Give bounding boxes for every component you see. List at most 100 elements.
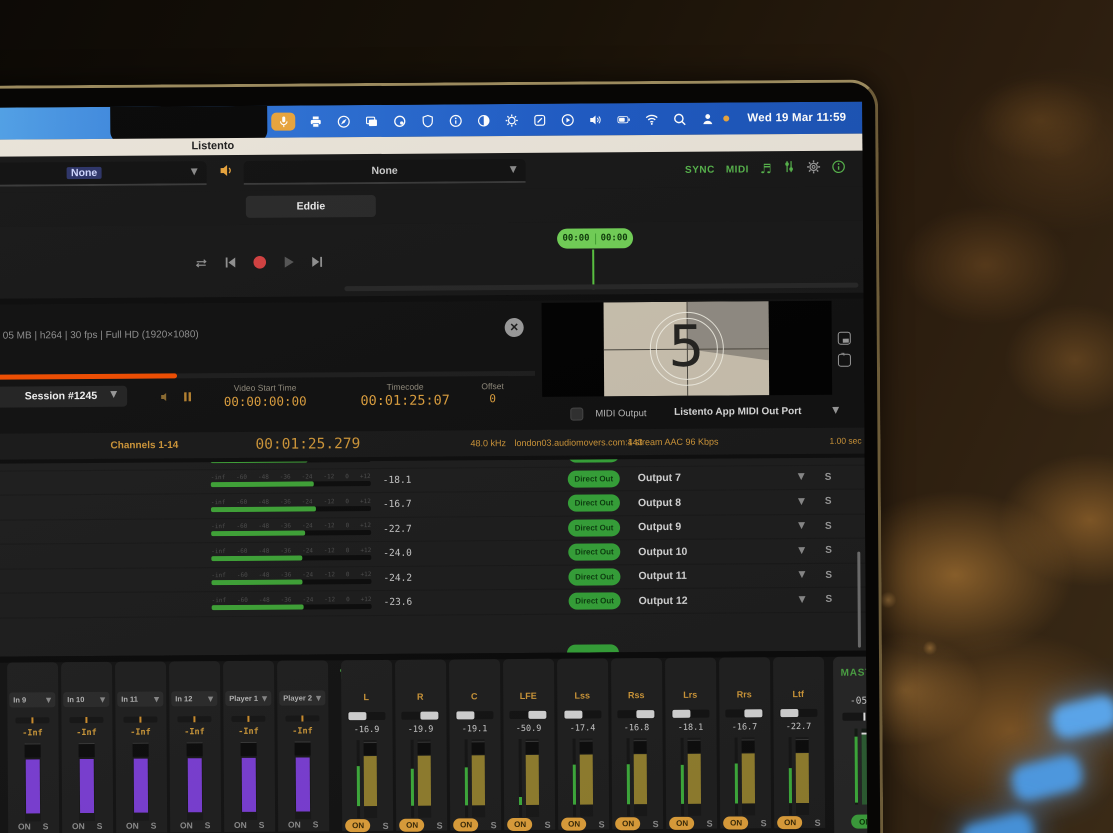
- pan-slider[interactable]: [123, 717, 157, 723]
- on-button[interactable]: ON: [454, 818, 479, 831]
- camera-icon[interactable]: [391, 113, 407, 129]
- pan-slider[interactable]: [285, 715, 319, 721]
- skip-back-icon[interactable]: [223, 256, 237, 274]
- offset-value[interactable]: 0: [470, 392, 515, 405]
- settings-icon[interactable]: [503, 112, 519, 128]
- channel-fader[interactable]: [796, 737, 810, 815]
- menu-bar-clock[interactable]: Wed 19 Mar 11:59: [747, 112, 846, 125]
- output-select[interactable]: Output 8: [638, 496, 798, 509]
- solo-button[interactable]: S: [259, 820, 265, 830]
- channel-fader[interactable]: [418, 740, 432, 818]
- pip-icon[interactable]: [838, 332, 851, 345]
- printer-icon[interactable]: [307, 113, 323, 129]
- wifi-icon[interactable]: [643, 111, 659, 127]
- on-button[interactable]: ON: [126, 821, 139, 831]
- battery-icon[interactable]: [615, 111, 631, 127]
- pan-slider[interactable]: [725, 709, 763, 717]
- solo-button[interactable]: S: [383, 820, 389, 830]
- output-select[interactable]: Output 10: [638, 545, 798, 558]
- pan-slider[interactable]: [617, 710, 655, 718]
- play-icon[interactable]: [559, 112, 575, 128]
- output-device-select[interactable]: None ▼: [244, 159, 526, 185]
- input-source-select[interactable]: In 11▼: [117, 691, 163, 706]
- solo-button[interactable]: S: [825, 496, 832, 507]
- search-icon[interactable]: [671, 111, 687, 127]
- play-button[interactable]: [282, 256, 295, 274]
- pause-icon[interactable]: [183, 389, 192, 407]
- output-select[interactable]: Output 7: [638, 471, 798, 484]
- midi-output-checkbox[interactable]: [570, 408, 583, 421]
- input-source-select[interactable]: In 12▼: [171, 691, 217, 706]
- pan-slider[interactable]: [69, 717, 103, 723]
- solo-button[interactable]: S: [437, 820, 443, 830]
- channel-fader[interactable]: [364, 740, 378, 818]
- solo-button[interactable]: S: [825, 594, 832, 605]
- music-note-icon[interactable]: ♬: [760, 162, 772, 177]
- channel-fader[interactable]: [526, 739, 540, 817]
- output-select[interactable]: Output 11: [638, 569, 798, 582]
- on-button[interactable]: ON: [778, 816, 803, 829]
- master-balance-slider[interactable]: [842, 712, 868, 720]
- input-source-select[interactable]: In 10▼: [63, 692, 109, 707]
- master-fader[interactable]: [862, 729, 868, 805]
- on-button[interactable]: ON: [508, 818, 533, 831]
- pan-slider[interactable]: [231, 716, 265, 722]
- folders-icon[interactable]: [363, 113, 379, 129]
- solo-button[interactable]: S: [825, 472, 832, 483]
- volume-icon[interactable]: [587, 111, 603, 127]
- fullscreen-icon[interactable]: [838, 354, 851, 367]
- solo-button[interactable]: S: [707, 818, 713, 828]
- close-icon[interactable]: ✕: [505, 318, 524, 337]
- on-button[interactable]: ON: [234, 820, 247, 830]
- channel-fader[interactable]: [133, 743, 150, 821]
- sliders-icon[interactable]: [783, 160, 796, 178]
- direct-out-button[interactable]: Direct Out: [568, 544, 620, 561]
- microphone-icon[interactable]: [271, 113, 295, 131]
- input-device-select[interactable]: None ▼: [0, 161, 207, 187]
- channel-fader[interactable]: [187, 742, 204, 820]
- on-button[interactable]: ON: [670, 817, 695, 830]
- pan-slider[interactable]: [671, 710, 709, 718]
- pan-slider[interactable]: [177, 716, 211, 722]
- solo-button[interactable]: S: [97, 821, 103, 831]
- direct-out-button[interactable]: Direct Out: [568, 568, 620, 585]
- solo-button[interactable]: S: [815, 817, 821, 827]
- pan-slider[interactable]: [779, 709, 817, 717]
- on-button[interactable]: ON: [288, 820, 301, 830]
- input-source-select[interactable]: In 9▼: [9, 692, 55, 707]
- channel-fader[interactable]: [241, 742, 258, 820]
- skip-forward-icon[interactable]: [310, 255, 324, 273]
- input-source-select[interactable]: Player 2▼: [279, 690, 325, 705]
- on-button[interactable]: ON: [616, 817, 641, 830]
- direct-out-button[interactable]: Direct Out: [568, 519, 620, 536]
- gear-icon[interactable]: [807, 159, 821, 178]
- channel-fader[interactable]: [472, 739, 486, 817]
- on-button[interactable]: ON: [346, 819, 371, 832]
- channel-fader[interactable]: [634, 738, 648, 816]
- pan-slider[interactable]: [15, 717, 49, 723]
- on-button[interactable]: ON: [18, 821, 31, 831]
- output-select[interactable]: Output 9: [638, 520, 798, 533]
- record-button[interactable]: [252, 255, 267, 275]
- info-icon[interactable]: [832, 159, 846, 178]
- pan-slider[interactable]: [563, 710, 601, 718]
- channel-fader[interactable]: [688, 738, 702, 816]
- solo-button[interactable]: S: [825, 570, 832, 581]
- mute-speaker-icon[interactable]: [160, 389, 171, 407]
- timeline-scrubber[interactable]: [344, 283, 858, 292]
- pan-slider[interactable]: [347, 712, 385, 720]
- info-icon[interactable]: [447, 112, 463, 128]
- master-on-button[interactable]: ON: [851, 814, 868, 828]
- direct-out-button[interactable]: Direct Out: [568, 470, 620, 487]
- direct-out-button[interactable]: [568, 454, 620, 463]
- pan-slider[interactable]: [455, 711, 493, 719]
- solo-button[interactable]: S: [491, 820, 497, 830]
- sync-button[interactable]: SYNC: [685, 164, 715, 175]
- on-button[interactable]: ON: [562, 818, 587, 831]
- browser-icon[interactable]: [335, 113, 351, 129]
- solo-button[interactable]: S: [825, 545, 832, 556]
- on-button[interactable]: ON: [724, 816, 749, 829]
- pan-slider[interactable]: [509, 711, 547, 719]
- solo-button[interactable]: S: [205, 820, 211, 830]
- on-button[interactable]: ON: [400, 819, 425, 832]
